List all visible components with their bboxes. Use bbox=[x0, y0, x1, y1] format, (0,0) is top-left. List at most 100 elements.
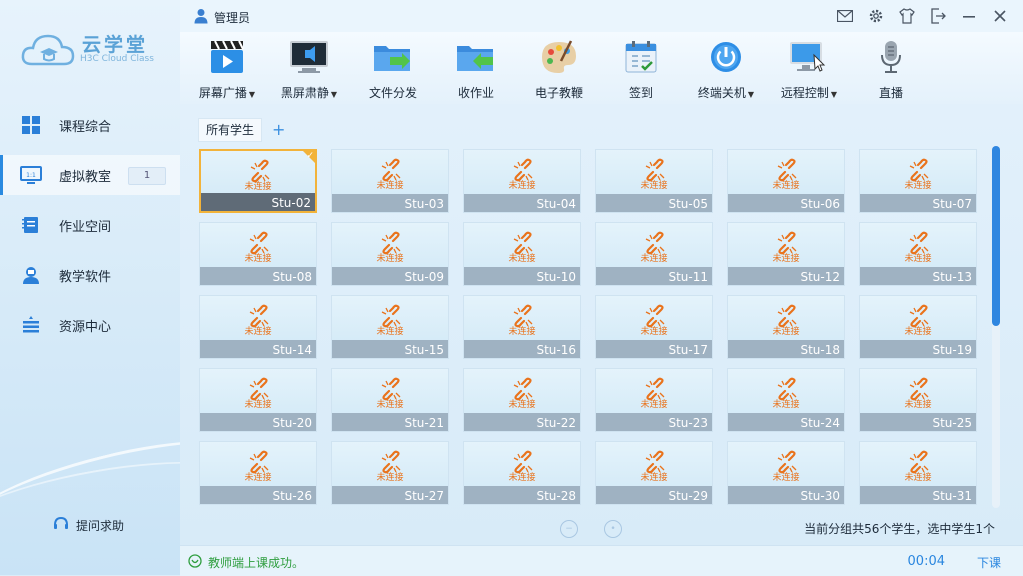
student-tile[interactable]: 未连接 Stu-10 bbox=[463, 222, 581, 286]
toolbar: 屏幕广播 ▼ 黑屏肃静 ▼ 文件分发 收作业 电子教鞭 签到 终端关机 ▼ 远程… bbox=[180, 32, 1023, 105]
connection-status: 未连接 bbox=[244, 400, 272, 410]
student-tile[interactable]: 未连接 Stu-03 bbox=[331, 149, 449, 213]
sidebar-item-label: 作业空间 bbox=[59, 219, 112, 235]
check-icon: ✓ bbox=[306, 151, 314, 161]
student-tile[interactable]: 未连接 Stu-29 bbox=[595, 441, 713, 505]
student-tile[interactable]: 未连接 Stu-15 bbox=[331, 295, 449, 359]
user-software-icon bbox=[20, 264, 42, 286]
student-tile[interactable]: 未连接 Stu-19 bbox=[859, 295, 977, 359]
tool-label: 文件分发 bbox=[368, 86, 417, 100]
sidebar-item-course[interactable]: 课程综合 bbox=[0, 105, 180, 145]
file-distribute-button[interactable]: 文件分发 bbox=[352, 38, 434, 101]
sidebar-item-homework[interactable]: 作业空间 bbox=[0, 205, 180, 245]
student-tile[interactable]: 未连接 Stu-17 bbox=[595, 295, 713, 359]
sidebar-item-software[interactable]: 教学软件 bbox=[0, 255, 180, 295]
remote-control-button[interactable]: 远程控制 ▼ bbox=[768, 38, 850, 101]
student-tile[interactable]: 未连接 Stu-18 bbox=[727, 295, 845, 359]
tile-footer: Stu-26 bbox=[200, 486, 316, 504]
tile-footer: Stu-02 bbox=[201, 193, 315, 211]
student-tile[interactable]: 未连接 Stu-06 bbox=[727, 149, 845, 213]
title-bar: 管理员 bbox=[180, 0, 1023, 33]
end-class-button[interactable]: 下课 bbox=[977, 554, 1001, 571]
student-tile[interactable]: 未连接 Stu-16 bbox=[463, 295, 581, 359]
window-controls bbox=[825, 6, 1011, 26]
scrollbar-thumb[interactable] bbox=[992, 146, 1000, 326]
connection-status: 未连接 bbox=[904, 473, 932, 483]
chevron-down-icon: ▼ bbox=[248, 90, 256, 99]
student-tile[interactable]: 未连接 Stu-08 bbox=[199, 222, 317, 286]
student-tile[interactable]: 未连接 Stu-23 bbox=[595, 368, 713, 432]
tile-footer: Stu-14 bbox=[200, 340, 316, 358]
student-tile[interactable]: 未连接 Stu-11 bbox=[595, 222, 713, 286]
tile-footer: Stu-29 bbox=[596, 486, 712, 504]
skin-icon[interactable] bbox=[896, 6, 918, 26]
student-tile[interactable]: 未连接 Stu-14 bbox=[199, 295, 317, 359]
student-tile[interactable]: 未连接 Stu-27 bbox=[331, 441, 449, 505]
connection-status: 未连接 bbox=[244, 327, 272, 337]
sidebar-item-virtual-classroom[interactable]: 1:1 虚拟教室 1 bbox=[0, 155, 180, 195]
student-name: Stu-15 bbox=[404, 343, 444, 357]
tool-label: 远程控制 bbox=[780, 86, 829, 100]
tile-footer: Stu-10 bbox=[464, 267, 580, 285]
logout-icon[interactable] bbox=[927, 6, 949, 26]
student-tile[interactable]: 未连接 Stu-22 bbox=[463, 368, 581, 432]
student-tile[interactable]: 未连接 Stu-04 bbox=[463, 149, 581, 213]
minimize-icon[interactable] bbox=[958, 6, 980, 26]
screen-broadcast-button[interactable]: 屏幕广播 ▼ bbox=[186, 38, 268, 101]
tab-all-students[interactable]: 所有学生 bbox=[198, 118, 263, 142]
electronic-pointer-button[interactable]: 电子教鞭 bbox=[518, 38, 600, 101]
vertical-scrollbar[interactable] bbox=[992, 146, 1000, 508]
student-name: Stu-23 bbox=[668, 416, 708, 430]
student-name: Stu-06 bbox=[800, 197, 840, 211]
tile-footer: Stu-09 bbox=[332, 267, 448, 285]
collect-homework-button[interactable]: 收作业 bbox=[435, 38, 517, 101]
black-screen-icon bbox=[288, 38, 330, 76]
student-tile[interactable]: 未连接 Stu-05 bbox=[595, 149, 713, 213]
student-name: Stu-11 bbox=[668, 270, 708, 284]
check-in-button[interactable]: 签到 bbox=[600, 38, 682, 101]
tile-footer: Stu-31 bbox=[860, 486, 976, 504]
help-button[interactable]: 提问求助 bbox=[52, 515, 124, 536]
student-tile[interactable]: 未连接 Stu-12 bbox=[727, 222, 845, 286]
gear-icon[interactable] bbox=[865, 6, 887, 26]
add-group-button[interactable]: + bbox=[272, 120, 285, 140]
prev-page-icon[interactable]: − bbox=[560, 520, 578, 538]
student-tile[interactable]: 未连接 Stu-30 bbox=[727, 441, 845, 505]
file-send-icon bbox=[372, 38, 414, 76]
next-page-icon[interactable]: • bbox=[604, 520, 622, 538]
student-tile[interactable]: 未连接 Stu-20 bbox=[199, 368, 317, 432]
student-tile[interactable]: 未连接 Stu-09 bbox=[331, 222, 449, 286]
student-name: Stu-04 bbox=[536, 197, 576, 211]
microphone-icon bbox=[870, 38, 912, 76]
user-info[interactable]: 管理员 bbox=[194, 8, 250, 27]
shutdown-button[interactable]: 终端关机 ▼ bbox=[685, 38, 767, 101]
student-tile[interactable]: 未连接 Stu-13 bbox=[859, 222, 977, 286]
student-name: Stu-24 bbox=[800, 416, 840, 430]
connection-status: 未连接 bbox=[376, 400, 404, 410]
sidebar-item-resources[interactable]: 资源中心 bbox=[0, 305, 180, 345]
mail-icon[interactable] bbox=[834, 6, 856, 26]
status-text: 教师端上课成功。 bbox=[208, 556, 305, 570]
student-tile[interactable]: 未连接 Stu-26 bbox=[199, 441, 317, 505]
sidebar-item-label: 虚拟教室 bbox=[59, 169, 112, 185]
live-stream-button[interactable]: 直播 bbox=[850, 38, 932, 101]
student-tile[interactable]: 未连接 Stu-02 ✓ bbox=[199, 149, 317, 213]
student-tile[interactable]: 未连接 Stu-24 bbox=[727, 368, 845, 432]
app-subtitle: H3C Cloud Class bbox=[80, 54, 154, 64]
student-tile[interactable]: 未连接 Stu-31 bbox=[859, 441, 977, 505]
connection-status: 未连接 bbox=[508, 254, 536, 264]
status-message: 教师端上课成功。 bbox=[188, 554, 304, 571]
black-screen-button[interactable]: 黑屏肃静 ▼ bbox=[268, 38, 350, 101]
student-tile[interactable]: 未连接 Stu-28 bbox=[463, 441, 581, 505]
close-icon[interactable] bbox=[989, 6, 1011, 26]
student-name: Stu-29 bbox=[668, 489, 708, 503]
student-tile[interactable]: 未连接 Stu-07 bbox=[859, 149, 977, 213]
connection-status: 未连接 bbox=[244, 182, 272, 192]
help-label: 提问求助 bbox=[76, 519, 125, 533]
tool-label: 收作业 bbox=[457, 86, 494, 100]
student-tile[interactable]: 未连接 Stu-21 bbox=[331, 368, 449, 432]
tile-footer: Stu-16 bbox=[464, 340, 580, 358]
student-tile[interactable]: 未连接 Stu-25 bbox=[859, 368, 977, 432]
connection-status: 未连接 bbox=[904, 181, 932, 191]
student-name: Stu-08 bbox=[272, 270, 312, 284]
